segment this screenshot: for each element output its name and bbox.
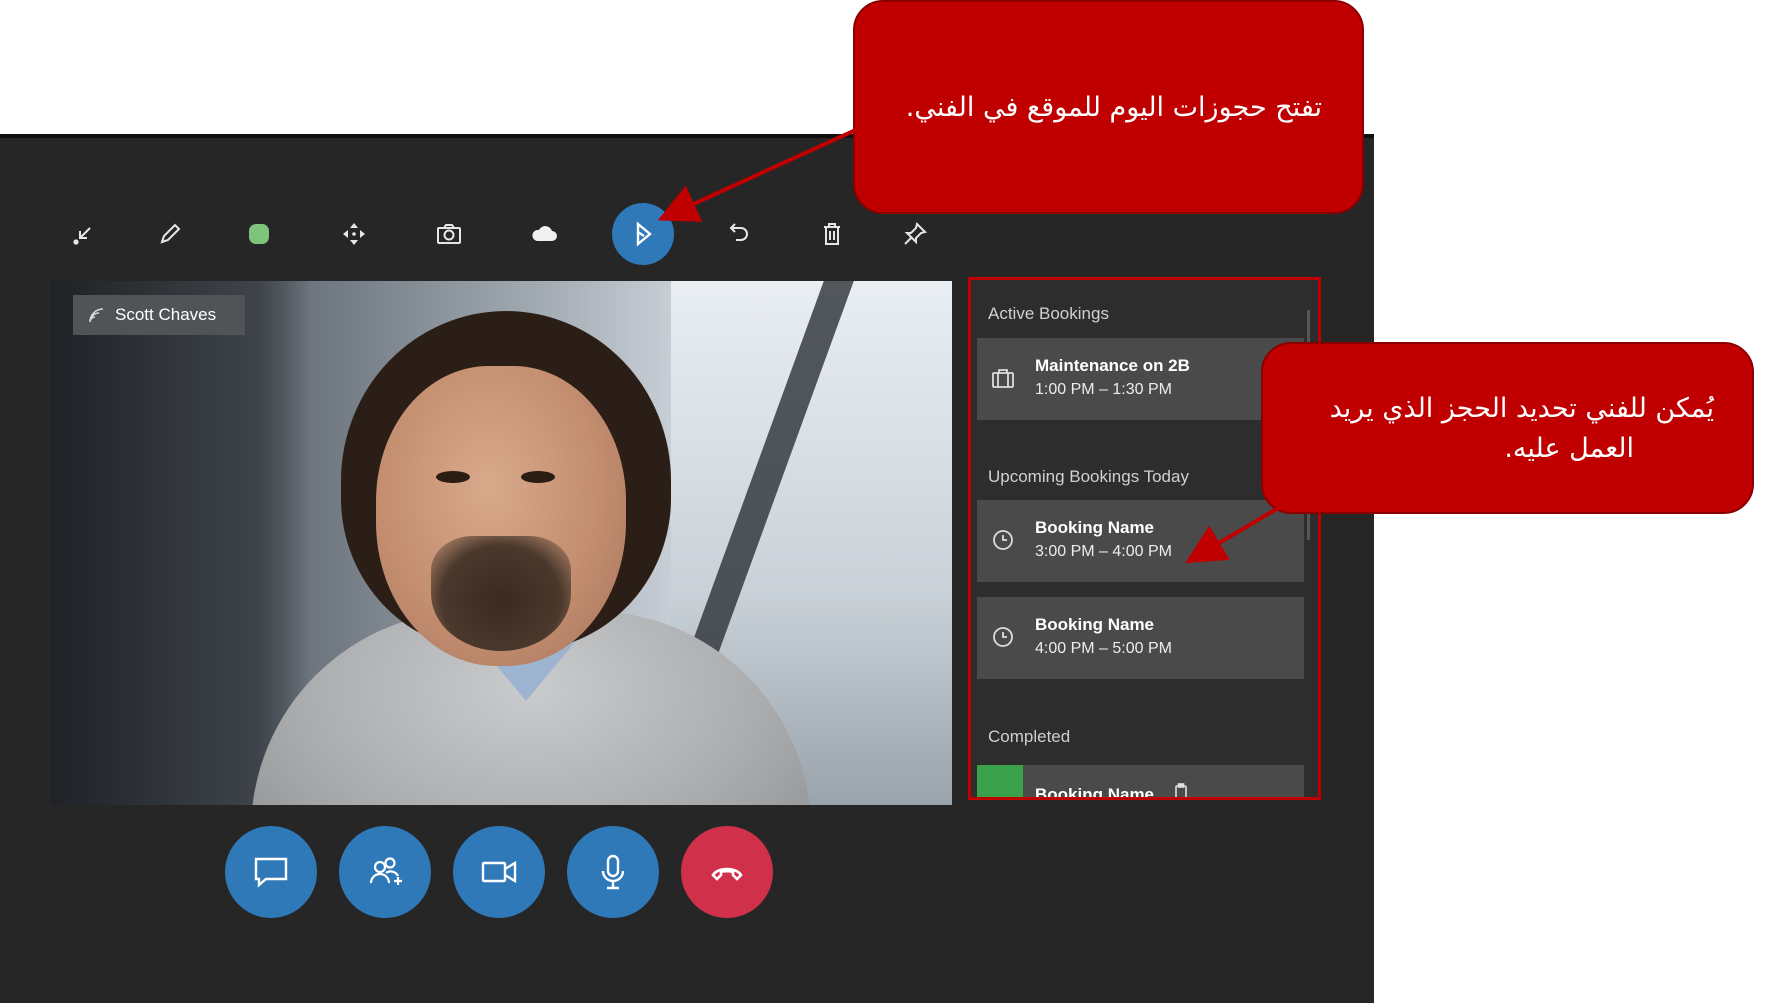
participant-name: Scott Chaves — [115, 305, 217, 324]
callout-right: يُمكن للفني تحديد الحجز الذي يريد العمل … — [1261, 342, 1754, 514]
callout-top-text: تفتح حجوزات اليوم للموقع في الفني. — [905, 92, 1322, 123]
active-bookings-title: Active Bookings — [988, 304, 1109, 323]
booking-name: Maintenance on 2B — [1035, 356, 1190, 375]
booking-name: Booking Name — [1035, 518, 1155, 537]
callout-right-line1: يُمكن للفني تحديد الحجز الذي يريد — [1329, 393, 1714, 424]
callout-right-line2: العمل عليه. — [1504, 433, 1634, 464]
upcoming-bookings-title: Upcoming Bookings Today — [988, 467, 1189, 486]
booking-time: 1:00 PM – 1:30 PM — [1035, 381, 1172, 398]
chat-button[interactable] — [225, 826, 317, 918]
end-call-button[interactable] — [681, 826, 773, 918]
microphone-button[interactable] — [567, 826, 659, 918]
completed-title: Completed — [988, 727, 1071, 746]
completed-status-bar — [977, 765, 1023, 797]
booking-time: 4:00 PM – 5:00 PM — [1035, 640, 1172, 657]
booking-time: 3:00 PM – 4:00 PM — [1035, 543, 1172, 560]
booking-name: Booking Name — [1035, 615, 1155, 634]
dynamics-icon[interactable] — [612, 203, 674, 265]
participant-eye-left — [436, 471, 470, 483]
video-icon — [481, 860, 517, 884]
add-participant-button[interactable] — [339, 826, 431, 918]
clipboard-icon — [1175, 783, 1187, 797]
video-button[interactable] — [453, 826, 545, 918]
camera-icon[interactable] — [427, 212, 471, 256]
participant-name-tag: Scott Chaves — [73, 295, 245, 335]
microphone-icon — [601, 854, 625, 890]
callout-top: تفتح حجوزات اليوم للموقع في الفني. — [853, 0, 1364, 214]
booking-item[interactable]: Maintenance on 2B 1:00 PM – 1:30 PM — [977, 338, 1304, 420]
clock-icon — [993, 530, 1013, 550]
video-background — [51, 281, 311, 805]
color-dot-icon[interactable] — [237, 212, 281, 256]
booking-item[interactable]: Booking Name 3:00 PM – 4:00 PM — [977, 500, 1304, 582]
end-call-icon — [711, 867, 743, 881]
pen-icon[interactable] — [148, 212, 192, 256]
signal-icon — [89, 308, 104, 323]
booking-item[interactable]: Booking Name 4:00 PM – 5:00 PM — [977, 597, 1304, 679]
booking-name: Booking Name — [1035, 785, 1155, 800]
clock-icon — [993, 627, 1013, 647]
minimize-icon[interactable] — [62, 212, 106, 256]
participant-beard — [431, 536, 571, 651]
delete-icon[interactable] — [810, 212, 854, 256]
add-participant-icon — [369, 857, 402, 885]
move-icon[interactable] — [332, 212, 376, 256]
undo-icon[interactable] — [716, 212, 760, 256]
briefcase-icon — [992, 369, 1014, 388]
chat-icon — [254, 857, 288, 888]
cloud-icon[interactable] — [522, 212, 566, 256]
booking-item[interactable]: Booking Name — [977, 765, 1304, 800]
video-feed — [51, 281, 952, 805]
pin-icon[interactable] — [893, 212, 937, 256]
participant-eye-right — [521, 471, 555, 483]
